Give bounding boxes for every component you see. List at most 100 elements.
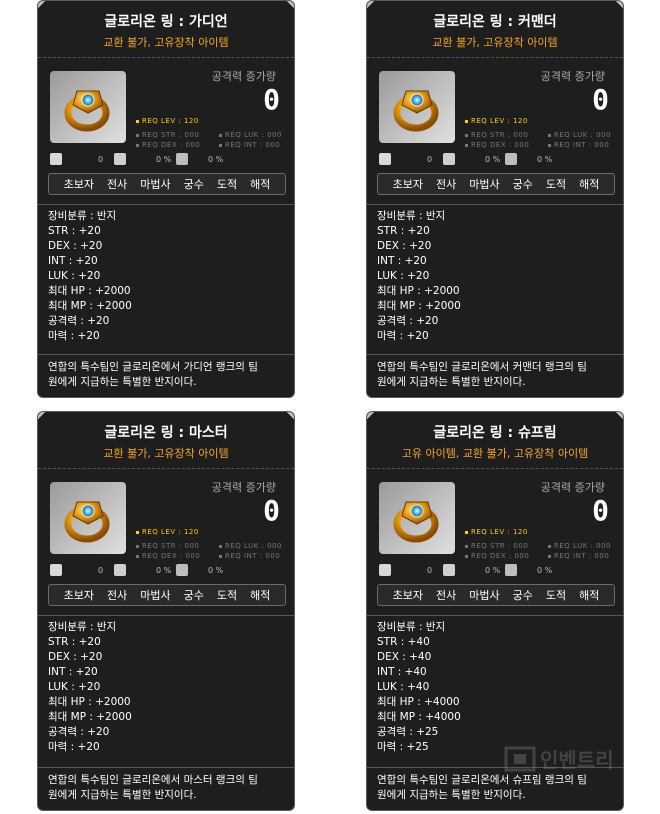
stat-line: LUK : +20 [48, 270, 101, 282]
stat-line: INT : +20 [48, 666, 98, 678]
stat-line: DEX : +20 [48, 240, 103, 252]
required-dex: REQ DEX : 000 [465, 552, 529, 560]
job-beginner: 초보자 [392, 178, 423, 191]
item-tooltip-card: 글로리온 링 : 커맨더 교환 불가, 고유장착 아이템 공격력 증가량 0 REQ L… [366, 0, 624, 398]
stat-line: 최대 MP : +4000 [377, 711, 461, 723]
required-luk: REQ LUK : 000 [219, 131, 282, 139]
stat-line: 마력 : +25 [377, 741, 429, 753]
description-line: 연합의 특수팀인 글로리온에서 마스터 랭크의 팀 [48, 774, 258, 786]
property-value: 0 % [208, 566, 224, 575]
equipment-category: 장비분류 : 반지 [48, 621, 117, 633]
item-property-row: 0 0 % 0 % [377, 564, 615, 578]
job-thief: 도적 [216, 589, 238, 602]
attack-increase-label: 공격력 증가량 [540, 481, 605, 494]
property-value: 0 [98, 566, 104, 575]
job-magician: 마법사 [140, 178, 171, 191]
stat-line: 공격력 : +20 [377, 315, 439, 327]
stat-line: DEX : +20 [377, 240, 432, 252]
attack-increase-value: 0 [263, 494, 280, 527]
stat-line: STR : +20 [48, 636, 101, 648]
required-str: REQ STR : 000 [465, 131, 528, 139]
stat-line: 마력 : +20 [48, 330, 100, 342]
stat-line: 마력 : +20 [377, 330, 429, 342]
required-luk: REQ LUK : 000 [219, 542, 282, 550]
stat-line: STR : +20 [48, 225, 101, 237]
divider [38, 468, 294, 469]
job-pirate: 해적 [250, 178, 271, 191]
ring-icon [64, 90, 110, 132]
required-dex: REQ DEX : 000 [465, 141, 529, 149]
job-pirate: 해적 [250, 589, 271, 602]
equipment-category: 장비분류 : 반지 [377, 621, 446, 633]
divider [367, 615, 623, 616]
job-beginner: 초보자 [63, 178, 94, 191]
job-archer: 궁수 [512, 178, 533, 191]
required-level: REQ LEV : 120 [465, 117, 528, 125]
item-title: 글로리온 링 : 슈프림 [433, 425, 557, 441]
stat-line: 공격력 : +20 [48, 726, 110, 738]
required-luk: REQ LUK : 000 [548, 542, 611, 550]
stat-line: 최대 HP : +2000 [48, 696, 131, 708]
stat-line: INT : +40 [377, 666, 427, 678]
item-description: 연합의 특수팀인 글로리온에서 마스터 랭크의 팀원에게 지급하는 특별한 반지… [38, 767, 294, 803]
job-requirements: 초보자 전사 마법사 궁수 도적 해적 [48, 173, 286, 195]
job-thief: 도적 [545, 178, 567, 191]
item-icon-frame [50, 71, 126, 143]
property-value: 0 % [485, 566, 501, 575]
ring-icon [64, 501, 110, 543]
stat-line: INT : +20 [377, 255, 427, 267]
attack-increase-label: 공격력 증가량 [211, 481, 276, 494]
attack-increase-value: 0 [263, 83, 280, 116]
upgrade-slot-icon [114, 153, 126, 165]
job-warrior: 전사 [436, 178, 457, 191]
stat-line: LUK : +20 [48, 681, 101, 693]
property-value: 0 [427, 155, 433, 164]
stat-line: LUK : +40 [377, 681, 430, 693]
item-tooltip-card: 글로리온 링 : 마스터 교환 불가, 고유장착 아이템 공격력 증가량 0 REQ L… [37, 411, 295, 811]
item-icon-frame [50, 482, 126, 554]
description-line: 연합의 특수팀인 글로리온에서 커맨더 랭크의 팀 [377, 361, 587, 373]
stat-line: 최대 HP : +2000 [48, 285, 131, 297]
upgrade-slot-icon [443, 153, 455, 165]
description-line: 연합의 특수팀인 글로리온에서 슈프림 랭크의 팀 [377, 774, 587, 786]
attack-increase-value: 0 [592, 83, 609, 116]
stat-line: 최대 MP : +2000 [48, 711, 132, 723]
job-thief: 도적 [545, 589, 567, 602]
upgrade-slot-icon [114, 564, 126, 576]
potential-icon [505, 153, 517, 165]
stat-line: LUK : +20 [377, 270, 430, 282]
job-magician: 마법사 [140, 589, 171, 602]
divider [367, 204, 623, 205]
stat-line: 최대 HP : +4000 [377, 696, 460, 708]
stat-line: 최대 MP : +2000 [377, 300, 461, 312]
job-beginner: 초보자 [63, 589, 94, 602]
job-magician: 마법사 [469, 178, 500, 191]
required-int: REQ INT : 000 [219, 141, 280, 149]
item-stats: 장비분류 : 반지 STR : +20 DEX : +20 INT : +20 LUK … [48, 209, 132, 344]
item-stats: 장비분류 : 반지 STR : +40 DEX : +40 INT : +40 LUK … [377, 620, 461, 755]
ring-icon [393, 501, 439, 543]
required-str: REQ STR : 000 [136, 542, 199, 550]
divider [38, 204, 294, 205]
job-warrior: 전사 [107, 178, 128, 191]
item-description: 연합의 특수팀인 글로리온에서 가디언 랭크의 팀 원에게 지급하는 특별한 반지… [38, 354, 294, 390]
job-requirements: 초보자 전사 마법사 궁수 도적 해적 [377, 173, 615, 195]
property-value: 0 % [485, 155, 501, 164]
stat-line: 마력 : +20 [48, 741, 100, 753]
attack-increase-label: 공격력 증가량 [540, 70, 605, 83]
job-warrior: 전사 [107, 589, 128, 602]
item-stats: 장비분류 : 반지 STR : +20 DEX : +20 INT : +20 LUK … [48, 620, 132, 755]
potential-icon [176, 564, 188, 576]
required-dex: REQ DEX : 000 [136, 552, 200, 560]
scissors-icon [50, 564, 62, 576]
required-str: REQ STR : 000 [136, 131, 199, 139]
item-stats: 장비분류 : 반지 STR : +20 DEX : +20 INT : +20 LUK … [377, 209, 461, 344]
description-line: 원에게 지급하는 특별한 반지이다. [48, 789, 197, 801]
property-value: 0 % [156, 155, 172, 164]
item-description: 연합의 특수팀인 글로리온에서 커맨더 랭크의 팀 원에게 지급하는 특별한 반지… [367, 354, 623, 390]
item-icon-frame [379, 71, 455, 143]
property-value: 0 [98, 155, 104, 164]
scissors-icon [50, 153, 62, 165]
required-int: REQ INT : 000 [219, 552, 280, 560]
stat-line: 최대 MP : +2000 [48, 300, 132, 312]
